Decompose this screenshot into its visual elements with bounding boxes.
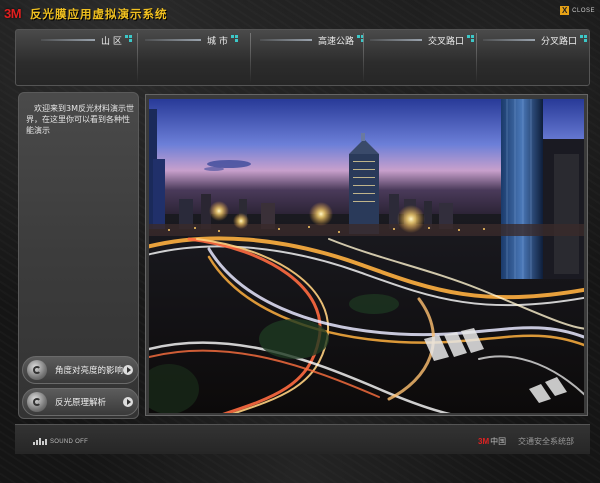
nav-item-label: 高速公路 <box>318 36 355 47</box>
footer-brand: 3M中国 <box>478 436 506 447</box>
nav-item-label: 交叉路口 <box>428 36 465 47</box>
footer-region: 中国 <box>490 437 507 446</box>
scene-nav-bar: 山 区 城 市 高速公路 交叉路口 分叉路口 <box>15 29 590 86</box>
app-title: 反光膜应用虚拟演示系统 <box>30 7 168 21</box>
nav-item-label: 山 区 <box>101 36 122 47</box>
city-night-scene-image <box>149 99 584 413</box>
nav-dots-icon <box>124 34 132 42</box>
nav-divider <box>250 33 251 83</box>
sound-toggle[interactable]: SOUND OFF <box>33 438 88 445</box>
3m-logo: 3M <box>4 6 22 21</box>
reflection-principle-button[interactable]: 反光原理解析 <box>22 388 139 416</box>
nav-indicator-line <box>260 39 312 41</box>
nav-divider <box>476 33 477 83</box>
nav-dots-icon <box>230 34 238 42</box>
footer-bar: SOUND OFF 3M中国 交通安全系统部 <box>15 424 590 454</box>
nav-indicator-line <box>483 39 535 41</box>
footer-department: 交通安全系统部 <box>518 437 574 446</box>
nav-indicator-line <box>370 39 422 41</box>
city-highway-photo <box>149 99 584 413</box>
nav-item-highway[interactable]: 高速公路 <box>260 33 365 47</box>
nav-indicator-line <box>145 39 201 41</box>
sound-bars-icon <box>33 438 47 445</box>
title-bar: 3M 反光膜应用虚拟演示系统 X CLOSE <box>0 0 600 30</box>
nav-dots-icon <box>467 34 475 42</box>
rotate-icon <box>27 360 47 380</box>
rotate-icon <box>27 392 47 412</box>
nav-indicator-line <box>41 39 95 41</box>
angle-brightness-button[interactable]: 角度对亮度的影响 <box>22 356 139 384</box>
sound-label: SOUND OFF <box>50 439 89 445</box>
nav-divider <box>137 33 138 83</box>
close-icon: X <box>560 6 570 15</box>
nav-divider <box>363 33 364 83</box>
info-panel: 欢迎来到3M反光材料演示世界，在这里你可以看到各种性能演示 角度对亮度的影响 反… <box>18 92 139 419</box>
nav-item-fork[interactable]: 分叉路口 <box>483 33 588 47</box>
nav-item-intersection[interactable]: 交叉路口 <box>370 33 475 47</box>
nav-item-label: 城 市 <box>207 36 228 47</box>
nav-dots-icon <box>580 34 588 42</box>
nav-item-label: 分叉路口 <box>541 36 578 47</box>
nav-item-mountain[interactable]: 山 区 <box>41 33 132 47</box>
close-button[interactable]: X CLOSE <box>560 6 595 15</box>
side-button-label: 角度对亮度的影响 <box>54 366 123 376</box>
welcome-text: 欢迎来到3M反光材料演示世界，在这里你可以看到各种性能演示 <box>26 104 134 135</box>
side-button-label: 反光原理解析 <box>55 398 107 408</box>
arrow-right-icon <box>123 397 133 407</box>
footer-3m-logo: 3M <box>478 437 490 446</box>
close-label: CLOSE <box>572 7 595 14</box>
nav-item-city[interactable]: 城 市 <box>145 33 238 47</box>
arrow-right-icon <box>123 365 133 375</box>
